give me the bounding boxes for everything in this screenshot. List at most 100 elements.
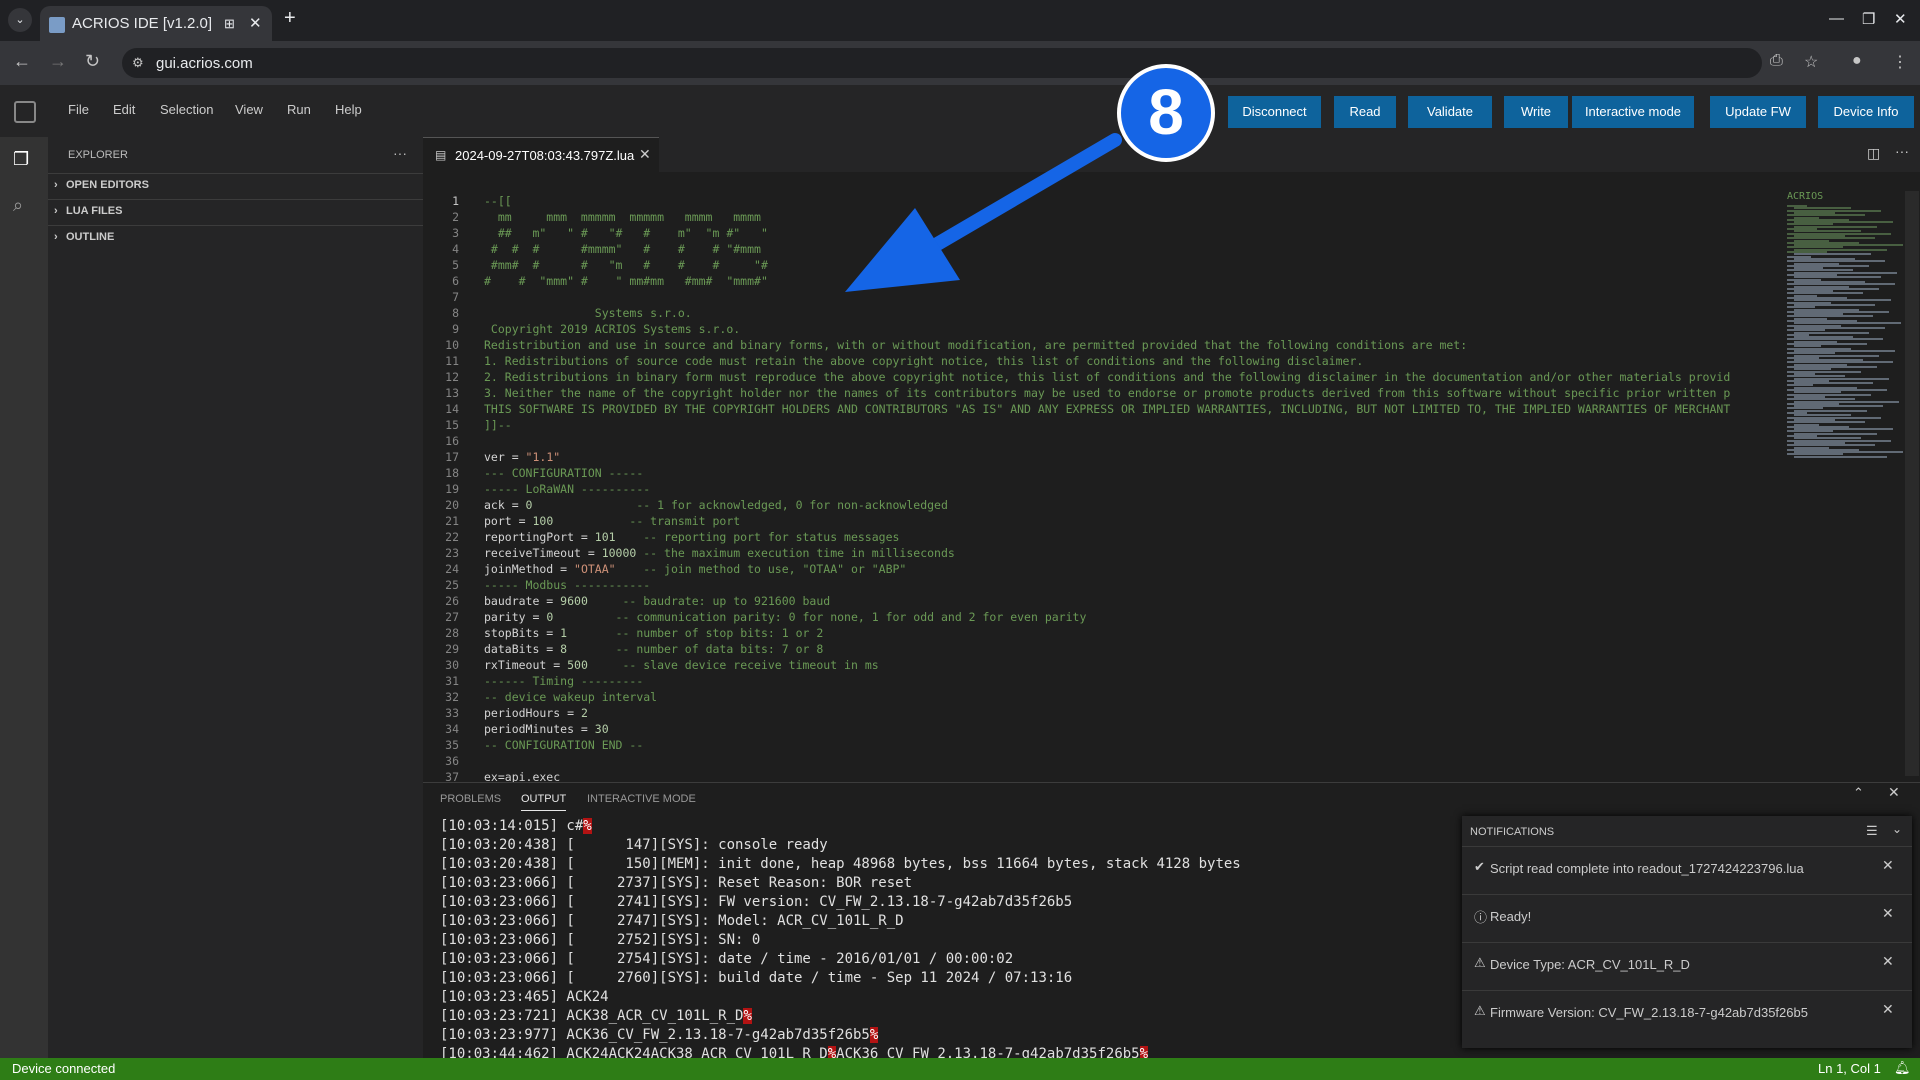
code-line[interactable]: 25 ----- Modbus ----------- (423, 577, 1783, 593)
tab-close-icon[interactable]: ✕ (639, 146, 651, 163)
close-panel-icon[interactable]: ✕ (1888, 784, 1900, 801)
code-line[interactable]: 18 --- CONFIGURATION ----- (423, 465, 1783, 481)
code-line[interactable]: 27 parity = 0 -- communication parity: 0 … (423, 609, 1783, 625)
minimap-line (1794, 455, 1887, 458)
code-line[interactable]: 14 THIS SOFTWARE IS PROVIDED BY THE COPYR… (423, 401, 1783, 417)
code-line[interactable]: 9 Copyright 2019 ACRIOS Systems s.r.o. (423, 321, 1783, 337)
editor-scrollbar[interactable] (1905, 191, 1919, 776)
tab-close-icon[interactable]: ✕ (249, 14, 262, 32)
menu-selection[interactable]: Selection (160, 102, 213, 117)
file-icon: ▤ (435, 148, 447, 162)
tab-problems[interactable]: PROBLEMS (440, 793, 501, 805)
bookmark-star-icon[interactable]: ☆ (1804, 52, 1818, 72)
menu-view[interactable]: View (235, 102, 263, 117)
code-line[interactable]: 22 reportingPort = 101 -- reporting port … (423, 529, 1783, 545)
editor-tab-file[interactable]: ▤ 2024-09-27T08:03:43.797Z.lua ✕ (423, 137, 659, 172)
minimap[interactable]: ACRIOS (1785, 191, 1905, 776)
code-line[interactable]: 13 3. Neither the name of the copyright h… (423, 385, 1783, 401)
interactive-mode-button[interactable]: Interactive mode (1572, 96, 1694, 128)
device-info-button[interactable]: Device Info (1818, 96, 1914, 128)
reload-icon[interactable]: ↻ (85, 51, 100, 72)
notification-close-icon[interactable]: ✕ (1882, 953, 1894, 970)
search-icon[interactable]: ⌕ (13, 195, 23, 216)
notification-item[interactable]: ⓘ Ready! ✕ (1462, 894, 1912, 942)
section-lua-files[interactable]: › LUA FILES (48, 199, 423, 221)
code-line[interactable]: 19 ----- LoRaWAN ---------- (423, 481, 1783, 497)
explorer-more-icon[interactable]: ··· (393, 145, 407, 161)
code-text: 2. Redistributions in binary form must r… (484, 370, 1731, 384)
code-line[interactable]: 31 ------ Timing --------- (423, 673, 1783, 689)
notification-close-icon[interactable]: ✕ (1882, 1001, 1894, 1018)
chevron-right-icon: › (54, 205, 58, 217)
editor-tab-filename: 2024-09-27T08:03:43.797Z.lua (455, 148, 635, 163)
bell-icon[interactable]: 🔔︎ (1894, 1060, 1911, 1076)
maximize-panel-icon[interactable]: ⌃ (1853, 785, 1864, 801)
code-line[interactable]: 37 ex=api.exec (423, 769, 1783, 782)
code-line[interactable]: 11 1. Redistributions of source code must… (423, 353, 1783, 369)
tab-media-icon[interactable]: ⊞ (224, 16, 235, 32)
notification-close-icon[interactable]: ✕ (1882, 857, 1894, 874)
notification-item[interactable]: ⚠ Device Type: ACR_CV_101L_R_D ✕ (1462, 942, 1912, 990)
code-line[interactable]: 8 Systems s.r.o. (423, 305, 1783, 321)
new-tab-button[interactable]: + (284, 7, 296, 30)
code-line[interactable]: 23 receiveTimeout = 10000 -- the maximum … (423, 545, 1783, 561)
url-text[interactable]: gui.acrios.com (156, 55, 253, 72)
code-line[interactable]: 15]]-- (423, 417, 1783, 433)
write-button[interactable]: Write (1504, 96, 1568, 128)
profile-icon[interactable]: ● (1852, 52, 1862, 70)
code-line[interactable]: 20 ack = 0 -- 1 for acknowledged, 0 for n… (423, 497, 1783, 513)
browser-tab-active[interactable]: ACRIOS IDE [v1.2.0] ⊞ ✕ (40, 6, 272, 41)
notification-item[interactable]: ✔ Script read complete into readout_17274… (1462, 846, 1912, 894)
files-icon[interactable]: ❐ (13, 149, 29, 170)
notification-close-icon[interactable]: ✕ (1882, 905, 1894, 922)
output-line: [10:03:23:066] [ 2737][SYS]: Reset Reaso… (440, 875, 913, 891)
code-line[interactable]: 29 dataBits = 8 -- number of data bits: 7… (423, 641, 1783, 657)
address-bar[interactable]: ⚙ gui.acrios.com (122, 48, 1762, 78)
code-line[interactable]: 24 joinMethod = "OTAA" -- join method to … (423, 561, 1783, 577)
tab-list-button[interactable]: ⌄ (8, 8, 32, 32)
menu-edit[interactable]: Edit (113, 102, 135, 117)
code-line[interactable]: 30 rxTimeout = 500 -- slave device receiv… (423, 657, 1783, 673)
disconnect-button[interactable]: Disconnect (1228, 96, 1321, 128)
code-line[interactable]: 28 stopBits = 1 -- number of stop bits: 1… (423, 625, 1783, 641)
read-button[interactable]: Read (1334, 96, 1396, 128)
code-line[interactable]: 10 Redistribution and use in source and b… (423, 337, 1783, 353)
browser-menu-icon[interactable]: ⋮ (1892, 52, 1908, 72)
code-line[interactable]: 12 2. Redistributions in binary form must… (423, 369, 1783, 385)
minimize-icon[interactable]: — (1829, 10, 1844, 27)
code-line[interactable]: 17 ver = "1.1" (423, 449, 1783, 465)
menu-run[interactable]: Run (287, 102, 311, 117)
install-app-icon[interactable]: ⎙ (1770, 52, 1783, 70)
code-line[interactable]: 33 periodHours = 2 (423, 705, 1783, 721)
code-text: port = 100 -- transmit port (484, 514, 741, 528)
forward-icon[interactable]: → (49, 51, 67, 72)
section-outline[interactable]: › OUTLINE (48, 225, 423, 247)
restore-icon[interactable]: ❐ (1862, 10, 1875, 28)
split-editor-icon[interactable]: ◫ (1867, 145, 1880, 162)
window-close-icon[interactable]: ✕ (1894, 10, 1907, 28)
cursor-position[interactable]: Ln 1, Col 1 (1818, 1061, 1881, 1076)
validate-button[interactable]: Validate (1408, 96, 1492, 128)
chevron-down-icon[interactable]: ⌄ (1892, 822, 1902, 836)
notification-item[interactable]: ⚠ Firmware Version: CV_FW_2.13.18-7-g42ab… (1462, 990, 1912, 1038)
output-log[interactable]: [10:03:14:015] c#% [10:03:20:438] [ 147][… (440, 817, 1480, 1064)
tab-output[interactable]: OUTPUT (521, 793, 567, 811)
code-text: Systems s.r.o. (484, 306, 692, 320)
tab-interactive-mode[interactable]: INTERACTIVE MODE (587, 793, 696, 805)
code-line[interactable]: 34 periodMinutes = 30 (423, 721, 1783, 737)
editor-more-icon[interactable]: ··· (1895, 143, 1909, 159)
code-line[interactable]: 21 port = 100 -- transmit port (423, 513, 1783, 529)
code-line[interactable]: 35 -- CONFIGURATION END -- (423, 737, 1783, 753)
code-line[interactable]: 16 (423, 433, 1783, 449)
clear-notifications-icon[interactable]: ☰ (1866, 823, 1878, 839)
code-line[interactable]: 26 baudrate = 9600 -- baudrate: up to 921… (423, 593, 1783, 609)
section-open-editors[interactable]: › OPEN EDITORS (48, 173, 423, 195)
code-line[interactable]: 36 (423, 753, 1783, 769)
code-line[interactable]: 32 -- device wakeup interval (423, 689, 1783, 705)
site-info-icon[interactable]: ⚙ (132, 55, 144, 71)
back-icon[interactable]: ← (13, 51, 31, 72)
menu-help[interactable]: Help (335, 102, 362, 117)
code-text: ]]-- (484, 418, 512, 432)
menu-file[interactable]: File (68, 102, 89, 117)
update-fw-button[interactable]: Update FW (1710, 96, 1806, 128)
